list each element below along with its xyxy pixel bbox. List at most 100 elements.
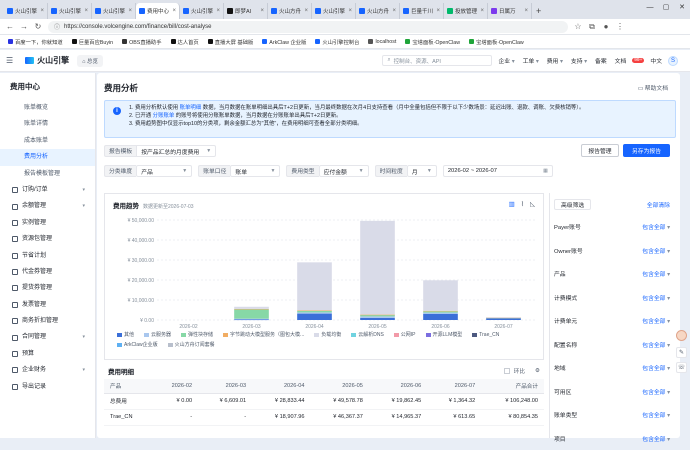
tab-close-icon[interactable]: × xyxy=(348,8,352,14)
sidebar-group[interactable]: 实例管理 xyxy=(0,215,95,231)
bar-segment[interactable] xyxy=(423,280,458,311)
bar-segment[interactable] xyxy=(234,307,269,309)
browser-tab[interactable]: 火山引擎× xyxy=(180,3,224,19)
bookmark-item[interactable]: ArkClaw 企业版 xyxy=(262,38,306,46)
filter-row[interactable]: 计费单元包含全部 ▾ xyxy=(550,309,676,333)
legend-item[interactable]: 弹性块存储 xyxy=(181,331,213,338)
filter-row-control[interactable]: 包含全部 ▾ xyxy=(642,269,670,278)
legend-item[interactable]: ArkClaw企业版 xyxy=(117,341,158,348)
sidebar-item[interactable]: 账单详情 xyxy=(0,116,95,132)
bar-segment[interactable] xyxy=(297,314,332,320)
filter-row-control[interactable]: 包含全部 ▾ xyxy=(642,387,670,396)
legend-item[interactable]: 负载均衡 xyxy=(314,331,341,338)
legend-item[interactable]: 字节跳动大模型服务（图包大模... xyxy=(223,331,304,338)
bar-segment[interactable] xyxy=(360,318,395,320)
browser-menu-icon[interactable]: ⋮ xyxy=(616,22,624,31)
forward-icon[interactable]: → xyxy=(20,22,28,31)
tab-close-icon[interactable]: × xyxy=(524,8,528,14)
filter-row[interactable]: Owner账号包含全部 ▾ xyxy=(550,239,676,263)
browser-tab[interactable]: 即梦AI× xyxy=(224,3,268,19)
bookmark-item[interactable]: localhost xyxy=(368,39,396,45)
time-granularity-select[interactable]: 月▼ xyxy=(407,165,437,177)
sidebar-item[interactable]: 账单概览 xyxy=(0,100,95,116)
sidebar-group[interactable]: 余额管理▾ xyxy=(0,198,95,214)
report-management-button[interactable]: 报告管理 xyxy=(581,144,619,157)
bar-segment[interactable] xyxy=(360,315,395,316)
bookmark-item[interactable]: 巨量百应Buyin xyxy=(72,38,113,46)
sidebar-item[interactable]: 费用分析 xyxy=(0,149,95,165)
user-avatar[interactable]: S xyxy=(668,56,678,66)
sidebar-group[interactable]: 代金券管理 xyxy=(0,264,95,280)
bar-segment[interactable] xyxy=(423,313,458,314)
settings-icon[interactable]: ⚙ xyxy=(535,368,540,374)
sidebar-group[interactable]: 企业财务▾ xyxy=(0,362,95,378)
browser-tab[interactable]: 火山方舟× xyxy=(268,3,312,19)
tab-close-icon[interactable]: × xyxy=(172,8,176,14)
notification-badge[interactable]: 99+ xyxy=(632,58,644,63)
line-chart-icon[interactable]: ⌇ xyxy=(521,200,524,208)
close-window-icon[interactable]: ✕ xyxy=(674,0,690,16)
bookmark-item[interactable]: 宝塔面板·OpenClaw xyxy=(405,38,460,46)
browser-tab[interactable]: 巨量千川× xyxy=(400,3,444,19)
bar-chart-icon[interactable]: ▥ xyxy=(509,200,515,208)
sidebar-group[interactable]: 节省计划 xyxy=(0,248,95,264)
filter-row[interactable]: 配置名称包含全部 ▾ xyxy=(550,333,676,357)
back-icon[interactable]: ← xyxy=(6,22,14,31)
filter-row[interactable]: 可用区包含全部 ▾ xyxy=(550,380,676,404)
clear-all-link[interactable]: 全部清除 xyxy=(647,200,670,209)
global-search-input[interactable]: ⌕ 控制台、资源、API xyxy=(382,55,492,66)
notice-link[interactable]: 账单明细 xyxy=(180,105,202,111)
report-template-select[interactable]: 按产品汇总的月度费用 ▼ xyxy=(136,145,216,157)
save-as-report-button[interactable]: 另存为报告 xyxy=(623,144,670,157)
bookmark-item[interactable]: 直播大屏 基础版 xyxy=(208,38,254,46)
filter-row-control[interactable]: 包含全部 ▾ xyxy=(642,340,670,349)
date-range-picker[interactable]: 2026-02 ~ 2026-07 ▦ xyxy=(443,165,553,177)
tab-close-icon[interactable]: × xyxy=(260,8,264,14)
filter-row[interactable]: Payer账号包含全部 ▾ xyxy=(550,215,676,239)
top-nav-item[interactable]: 工单 ▾ xyxy=(523,56,539,65)
filter-row-control[interactable]: 包含全部 ▾ xyxy=(642,434,670,443)
browser-tab[interactable]: 火山引擎× xyxy=(4,3,48,19)
tab-close-icon[interactable]: × xyxy=(128,8,132,14)
area-chart-icon[interactable]: ◺ xyxy=(530,200,535,208)
tab-close-icon[interactable]: × xyxy=(480,8,484,14)
top-nav-item[interactable]: 支持 ▾ xyxy=(571,56,587,65)
bookmark-item[interactable]: 火山引擎控制台 xyxy=(315,38,359,46)
tab-close-icon[interactable]: × xyxy=(392,8,396,14)
bill-basis-select[interactable]: 账单▼ xyxy=(230,165,280,177)
bookmark-item[interactable]: 百度一下，你就知道 xyxy=(8,38,63,46)
notice-link[interactable]: 分账账单 xyxy=(153,113,175,119)
sidebar-item[interactable]: 成本账单 xyxy=(0,133,95,149)
sidebar-group[interactable]: 提货券管理 xyxy=(0,280,95,296)
tab-close-icon[interactable]: × xyxy=(216,8,220,14)
browser-tab[interactable]: 投放管理× xyxy=(444,3,488,19)
filter-row-control[interactable]: 包含全部 ▾ xyxy=(642,410,670,419)
sidebar-group[interactable]: 导出记录 xyxy=(0,379,95,395)
advanced-filter-button[interactable]: 高级筛选 xyxy=(554,199,591,210)
sidebar-group[interactable]: 预算 xyxy=(0,346,95,362)
browser-tab[interactable]: 火山方舟× xyxy=(356,3,400,19)
site-info-icon[interactable]: ⓘ xyxy=(54,22,60,31)
bar-segment[interactable] xyxy=(360,315,395,316)
sidebar-group[interactable]: 资源包管理 xyxy=(0,231,95,247)
bar-segment[interactable] xyxy=(423,311,458,312)
tab-close-icon[interactable]: × xyxy=(436,8,440,14)
chat-support-icon[interactable]: ☏ xyxy=(676,362,687,373)
menu-icon[interactable]: ☰ xyxy=(6,56,13,65)
bar-segment[interactable] xyxy=(297,311,332,312)
top-nav-item[interactable]: 文档 xyxy=(615,56,627,65)
bar-segment[interactable] xyxy=(486,318,521,320)
filter-row-control[interactable]: 包含全部 ▾ xyxy=(642,246,670,255)
legend-item[interactable]: 云解析DNS xyxy=(351,331,384,338)
dimension-select[interactable]: 产品▼ xyxy=(136,165,192,177)
sidebar-group[interactable]: 合同管理▾ xyxy=(0,329,95,345)
minimize-icon[interactable]: — xyxy=(642,0,658,16)
browser-tab[interactable]: 费用中心× xyxy=(136,3,180,19)
browser-tab[interactable]: 火山引擎× xyxy=(48,3,92,19)
legend-item[interactable]: Trae_CN xyxy=(472,331,499,338)
bar-segment[interactable] xyxy=(423,311,458,312)
bar-segment[interactable] xyxy=(360,316,395,318)
bar-segment[interactable] xyxy=(297,310,332,311)
bar-segment[interactable] xyxy=(486,317,521,318)
feedback-icon[interactable]: ✎ xyxy=(676,347,687,358)
